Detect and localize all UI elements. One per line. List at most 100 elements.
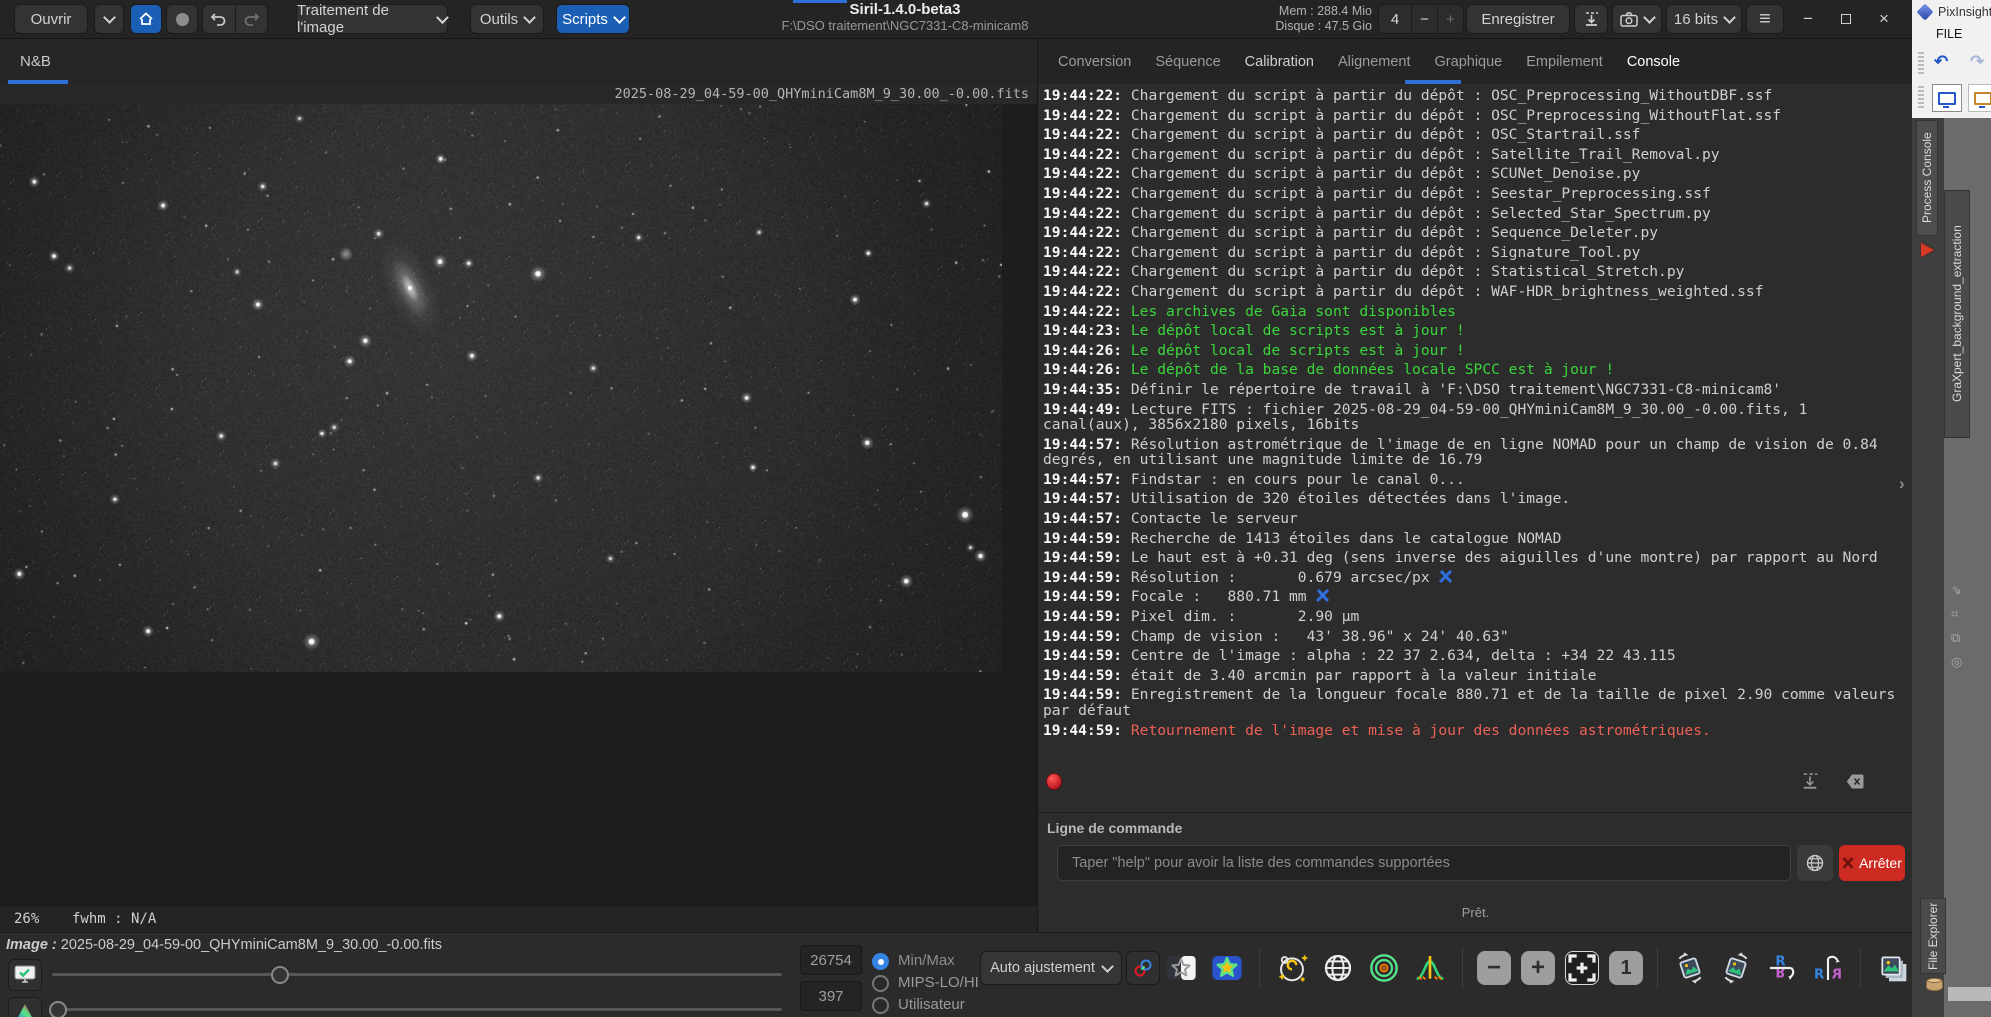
image-label: Image : (6, 937, 57, 953)
lo-slider-thumb[interactable] (49, 1001, 67, 1017)
open-button[interactable]: Ouvrir (14, 4, 88, 34)
radio-mips[interactable] (872, 975, 889, 992)
fit-to-window-button[interactable] (1565, 951, 1599, 985)
tab-conversion[interactable]: Conversion (1058, 54, 1131, 70)
lo-slider[interactable] (52, 1008, 782, 1011)
hi-value-input[interactable]: 26754 (800, 945, 862, 975)
tab-graxpert[interactable]: GraXpert_background_extraction (1944, 190, 1970, 438)
image-display-area[interactable] (0, 104, 1037, 905)
toolbar-separator (1860, 947, 1861, 989)
thread-count-text: 4 (1390, 10, 1400, 28)
pixinsight-logo (1916, 3, 1934, 21)
crop-arrow-icon[interactable]: ⇘ (1951, 582, 1962, 598)
radio-user[interactable] (872, 997, 889, 1014)
pixinsight-file-menu[interactable]: FILE (1936, 27, 1962, 41)
export-log-button[interactable] (1801, 773, 1819, 790)
red-flag-icon (1921, 243, 1934, 257)
zoom-one-button[interactable]: 1 (1609, 951, 1643, 985)
display-mode-button[interactable] (8, 959, 42, 991)
photometry-button[interactable] (1320, 950, 1356, 986)
thread-decrement-button[interactable]: − (1412, 4, 1438, 34)
frame-icon[interactable]: ⌗ (1951, 606, 1958, 622)
lo-value-input[interactable]: 397 (800, 981, 862, 1011)
layers-icon[interactable]: ⧉ (1951, 630, 1960, 646)
tab-graphique[interactable]: Graphique (1435, 54, 1503, 70)
log-entry: 19:44:35: Définir le répertoire de trava… (1043, 380, 1782, 398)
image-statusbar: 26% fwhm : N/A (0, 905, 1037, 933)
fits-image-view[interactable] (0, 104, 1002, 672)
zoom-in-button[interactable]: + (1521, 951, 1555, 985)
undo-button[interactable] (203, 5, 236, 33)
redo-icon[interactable]: ↷ (1970, 52, 1984, 72)
open-dropdown-button[interactable] (94, 4, 124, 34)
hi-slider-thumb[interactable] (271, 966, 289, 984)
tab-alignement[interactable]: Alignement (1338, 54, 1411, 70)
sequence-list-button[interactable] (1875, 950, 1911, 986)
snapshot-button[interactable] (1612, 4, 1662, 34)
command-input[interactable]: Taper "help" pour avoir la liste des com… (1057, 845, 1791, 881)
record-button[interactable] (166, 4, 198, 34)
tools-menu-button[interactable]: Outils (470, 4, 544, 34)
tab-séquence[interactable]: Séquence (1155, 54, 1220, 70)
monitor-icon[interactable] (1932, 84, 1962, 112)
clear-log-button[interactable] (1846, 773, 1864, 790)
ccd-target-button[interactable] (1366, 950, 1402, 986)
radio-mips-label: MIPS-LO/HI (898, 974, 979, 991)
tab-console[interactable]: Console (1627, 54, 1680, 70)
star-detection-button[interactable] (1209, 950, 1245, 986)
scripts-menu-button[interactable]: Scripts (556, 4, 630, 34)
restore-button[interactable] (1831, 0, 1861, 38)
minimize-button[interactable]: − (1793, 0, 1823, 38)
rotate-right-button[interactable] (1718, 950, 1754, 986)
record-icon (175, 12, 189, 26)
blue-x-icon (1439, 569, 1453, 583)
pixinsight-scrollbar[interactable] (1948, 987, 1991, 1001)
astrometry-button[interactable] (1274, 950, 1310, 986)
redo-button[interactable] (236, 5, 268, 33)
panel-collapse-arrow[interactable]: › (1899, 474, 1905, 494)
flip-vertical-button[interactable]: RR (1764, 950, 1800, 986)
tab-nb[interactable]: N&B (8, 39, 68, 84)
ring-icon[interactable]: ◎ (1951, 654, 1962, 670)
toolbar-handle[interactable] (1918, 52, 1924, 74)
online-help-button[interactable] (1797, 845, 1833, 881)
hamburger-menu-button[interactable]: ≡ (1746, 4, 1784, 34)
color-profile-button[interactable] (8, 997, 42, 1017)
stop-button[interactable]: Arrêter (1839, 845, 1905, 881)
log-entry: 19:44:59: Focale : 880.71 mm (1043, 589, 1907, 605)
image-processing-menu-button[interactable]: Traitement de l'image (296, 2, 449, 36)
log-entry: 19:44:23: Le dépôt local de scripts est … (1043, 322, 1465, 340)
tab-file-explorer[interactable]: File Explorer (1920, 898, 1946, 974)
image-toolbar: − +1 R R R R (1163, 946, 1911, 990)
tab-empilement[interactable]: Empilement (1526, 54, 1603, 70)
radio-minmax[interactable] (872, 953, 889, 970)
tab-calibration[interactable]: Calibration (1245, 54, 1314, 70)
chevron-down-icon (1643, 10, 1656, 24)
log-entry: 19:44:59: Recherche de 1413 étoiles dans… (1043, 529, 1562, 547)
home-button[interactable] (130, 4, 162, 34)
log-entry: 19:44:22: Chargement du script à partir … (1043, 106, 1782, 124)
save-button[interactable]: Enregistrer (1466, 4, 1570, 34)
hi-slider[interactable] (52, 973, 782, 976)
monitor-24-icon[interactable] (1968, 84, 1991, 112)
bitdepth-button[interactable]: 16 bits (1666, 4, 1742, 34)
close-button[interactable]: × (1869, 0, 1899, 38)
toolbar-handle[interactable] (1918, 86, 1924, 108)
autostretch-label: Auto ajustement (990, 960, 1095, 976)
rotate-left-button[interactable] (1672, 950, 1708, 986)
tab-process-console[interactable]: Process Console (1916, 120, 1938, 236)
autostretch-dropdown[interactable]: Auto ajustement (980, 951, 1122, 985)
save-as-button[interactable] (1574, 4, 1608, 34)
undo-icon[interactable]: ↶ (1934, 52, 1948, 72)
zoom-out-button[interactable]: − (1477, 951, 1511, 985)
flip-horizontal-button[interactable]: RR (1810, 950, 1846, 986)
scripts-menu-label: Scripts (562, 10, 608, 28)
console-log[interactable]: 19:44:22: Chargement du script à partir … (1038, 84, 1913, 757)
thread-count-value[interactable]: 4 (1378, 4, 1412, 34)
thread-increment-button[interactable]: + (1438, 4, 1464, 34)
chevron-down-icon (613, 10, 626, 24)
channel-link-button[interactable] (1126, 951, 1160, 985)
psf-button[interactable] (1412, 950, 1448, 986)
window-title-block: Siril-1.4.0-beta3 F:\DSO traitement\NGC7… (640, 2, 1170, 34)
negative-view-button[interactable] (1163, 950, 1199, 986)
